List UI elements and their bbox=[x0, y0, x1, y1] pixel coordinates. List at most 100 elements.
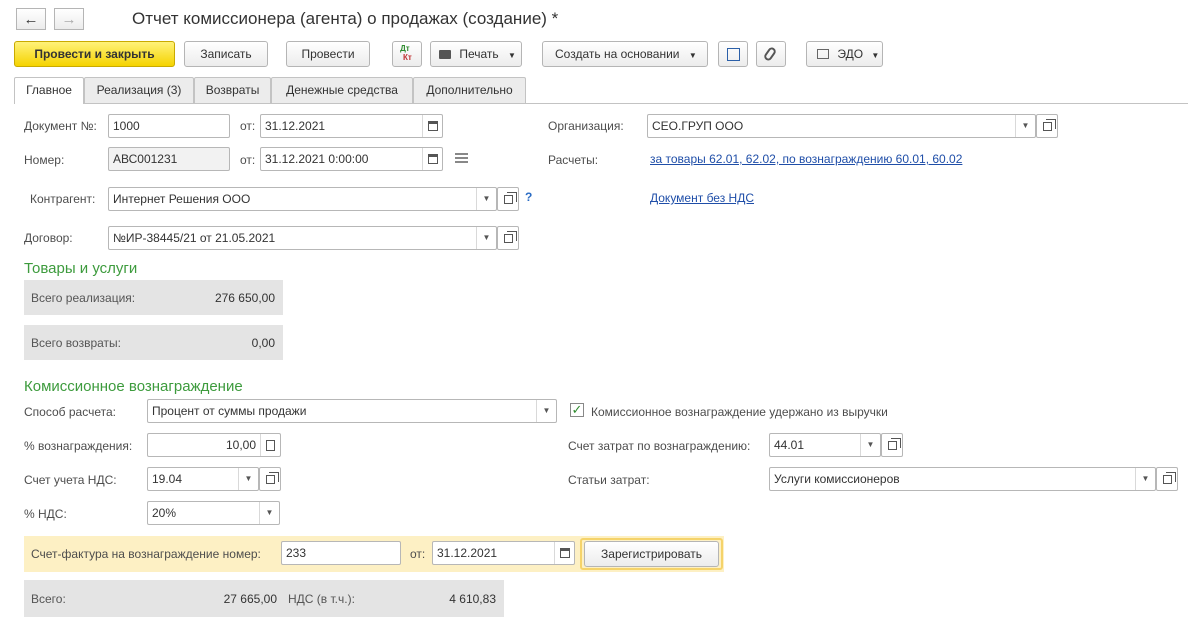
tab-strip-line bbox=[14, 103, 1188, 104]
number-label: Номер: bbox=[24, 153, 65, 167]
vat-account-label: Счет учета НДС: bbox=[24, 473, 117, 487]
calendar-icon[interactable] bbox=[554, 542, 574, 564]
invoice-label: Счет-фактура на вознаграждение номер: bbox=[31, 547, 261, 561]
chevron-down-icon[interactable]: ▼ bbox=[1135, 468, 1155, 490]
percent-label: % вознаграждения: bbox=[24, 439, 133, 453]
chevron-down-icon: ▼ bbox=[688, 51, 697, 60]
help-icon[interactable]: ? bbox=[525, 190, 532, 204]
cost-items-label: Статьи затрат: bbox=[568, 473, 650, 487]
register-button[interactable]: Зарегистрировать bbox=[584, 541, 719, 567]
cost-account-field[interactable]: 44.01 ▼ bbox=[769, 433, 881, 457]
vat-rate-select[interactable]: 20% ▼ bbox=[147, 501, 280, 525]
tab-additional[interactable]: Дополнительно bbox=[413, 77, 526, 103]
vat-account-field[interactable]: 19.04 ▼ bbox=[147, 467, 259, 491]
contractor-label: Контрагент: bbox=[30, 192, 96, 206]
open-icon bbox=[503, 191, 517, 204]
hierarchy-icon bbox=[727, 48, 740, 61]
withheld-label: Комиссионное вознаграждение удержано из … bbox=[591, 405, 888, 419]
chevron-down-icon[interactable]: ▼ bbox=[536, 400, 556, 422]
open-icon bbox=[1162, 471, 1176, 484]
invoice-date-label: от: bbox=[410, 547, 426, 561]
dtkt-icon: Дт Кт bbox=[400, 44, 412, 62]
dtkt-button[interactable]: Дт Кт bbox=[392, 41, 422, 67]
cost-items-open-button[interactable] bbox=[1156, 467, 1178, 491]
print-button[interactable]: Печать ▼ bbox=[430, 41, 522, 67]
open-icon bbox=[887, 437, 901, 450]
chevron-down-icon: ▼ bbox=[871, 51, 880, 60]
edo-label: ЭДО bbox=[837, 47, 864, 61]
calc-link[interactable]: за товары 62.01, 62.02, по вознаграждени… bbox=[650, 152, 962, 166]
open-icon bbox=[265, 471, 279, 484]
calc-label: Расчеты: bbox=[548, 153, 599, 167]
tab-sales[interactable]: Реализация (3) bbox=[84, 77, 194, 103]
chevron-down-icon[interactable]: ▼ bbox=[259, 502, 279, 524]
window-title: Отчет комиссионера (агента) о продажах (… bbox=[132, 9, 559, 28]
invoice-number-field[interactable]: 233 bbox=[281, 541, 401, 565]
total-label: Всего: bbox=[31, 592, 66, 606]
post-and-close-button[interactable]: Провести и закрыть bbox=[14, 41, 175, 67]
open-icon bbox=[503, 230, 517, 243]
org-label: Организация: bbox=[548, 119, 624, 133]
calendar-icon[interactable] bbox=[422, 115, 442, 137]
chevron-down-icon[interactable]: ▼ bbox=[476, 188, 496, 210]
create-based-on-button[interactable]: Создать на основании ▼ bbox=[542, 41, 708, 67]
total-returns-value: 0,00 bbox=[251, 336, 275, 350]
print-label: Печать bbox=[459, 47, 499, 61]
structure-button[interactable] bbox=[718, 41, 748, 67]
chevron-down-icon[interactable]: ▼ bbox=[1015, 115, 1035, 137]
forward-button[interactable]: → bbox=[54, 8, 84, 30]
calendar-icon[interactable] bbox=[422, 148, 442, 170]
attach-button[interactable] bbox=[756, 41, 786, 67]
method-select[interactable]: Процент от суммы продажи ▼ bbox=[147, 399, 557, 423]
doc-date-label: от: bbox=[240, 119, 256, 133]
chevron-down-icon[interactable]: ▼ bbox=[860, 434, 880, 456]
invoice-date-field[interactable]: 31.12.2021 bbox=[432, 541, 575, 565]
total-sales-value: 276 650,00 bbox=[214, 291, 275, 305]
chevron-down-icon[interactable]: ▼ bbox=[476, 227, 496, 249]
vat-account-open-button[interactable] bbox=[259, 467, 281, 491]
number-date-field[interactable]: 31.12.2021 0:00:00 bbox=[260, 147, 443, 171]
cost-items-field[interactable]: Услуги комиссионеров ▼ bbox=[769, 467, 1156, 491]
tab-returns[interactable]: Возвраты bbox=[194, 77, 271, 103]
back-button[interactable]: ← bbox=[16, 8, 46, 30]
doc-date-field[interactable]: 31.12.2021 bbox=[260, 114, 443, 138]
arrow-right-icon: → bbox=[61, 10, 77, 28]
cost-account-label: Счет затрат по вознаграждению: bbox=[568, 439, 751, 453]
contractor-field[interactable]: Интернет Решения ООО ▼ bbox=[108, 187, 497, 211]
commission-section-title: Комиссионное вознаграждение bbox=[24, 378, 243, 395]
org-field[interactable]: СЕО.ГРУП ООО ▼ bbox=[647, 114, 1036, 138]
method-label: Способ расчета: bbox=[24, 405, 116, 419]
cost-account-open-button[interactable] bbox=[881, 433, 903, 457]
printer-icon bbox=[439, 50, 451, 59]
paperclip-icon bbox=[762, 45, 778, 63]
contractor-open-button[interactable] bbox=[497, 187, 519, 211]
number-field[interactable]: АВС001231 bbox=[108, 147, 230, 171]
contract-open-button[interactable] bbox=[497, 226, 519, 250]
post-button[interactable]: Провести bbox=[286, 41, 370, 67]
total-value: 27 665,00 bbox=[223, 592, 277, 606]
no-vat-link[interactable]: Документ без НДС bbox=[650, 191, 754, 205]
arrow-left-icon: ← bbox=[23, 10, 39, 28]
doc-no-field[interactable]: 1000 bbox=[108, 114, 230, 138]
open-icon bbox=[1042, 118, 1056, 131]
number-date-label: от: bbox=[240, 153, 256, 167]
tab-money[interactable]: Денежные средства bbox=[271, 77, 413, 103]
comment-icon[interactable] bbox=[455, 153, 468, 163]
tab-main[interactable]: Главное bbox=[14, 77, 84, 104]
vat-incl-label: НДС (в т.ч.): bbox=[288, 592, 355, 606]
calculator-icon[interactable] bbox=[260, 434, 280, 456]
doc-no-label: Документ №: bbox=[24, 119, 97, 133]
edo-button[interactable]: ЭДО ▼ bbox=[806, 41, 883, 67]
withheld-checkbox[interactable]: ✓ bbox=[570, 403, 584, 417]
percent-field[interactable]: 10,00 bbox=[147, 433, 281, 457]
goods-section-title: Товары и услуги bbox=[24, 260, 138, 277]
org-open-button[interactable] bbox=[1036, 114, 1058, 138]
contract-label: Договор: bbox=[24, 231, 73, 245]
contract-field[interactable]: №ИР-38445/21 от 21.05.2021 ▼ bbox=[108, 226, 497, 250]
edo-icon bbox=[817, 49, 829, 59]
total-returns-label: Всего возвраты: bbox=[31, 336, 121, 350]
chevron-down-icon: ▼ bbox=[508, 51, 516, 60]
chevron-down-icon[interactable]: ▼ bbox=[238, 468, 258, 490]
vat-incl-value: 4 610,83 bbox=[449, 592, 496, 606]
save-button[interactable]: Записать bbox=[184, 41, 268, 67]
